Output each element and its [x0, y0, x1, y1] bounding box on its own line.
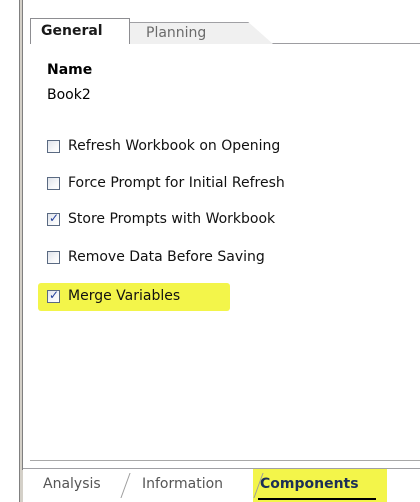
force-prompt-checkbox[interactable]: [47, 176, 60, 190]
tab-components[interactable]: Components: [260, 476, 359, 492]
tab-analysis[interactable]: Analysis: [43, 476, 101, 492]
panel-bottom-border: [30, 460, 420, 461]
tab-planning[interactable]: Planning: [118, 22, 273, 44]
store-prompts-option[interactable]: ✓ Store Prompts with Workbook: [47, 208, 275, 230]
name-heading: Name: [47, 62, 93, 78]
force-prompt-label: Force Prompt for Initial Refresh: [68, 175, 285, 191]
top-tab-strip: General Planning: [30, 16, 420, 46]
store-prompts-checkbox[interactable]: ✓: [47, 210, 60, 226]
window-left-border: [19, 0, 23, 470]
remove-data-checkbox[interactable]: [47, 250, 60, 264]
store-prompts-label: Store Prompts with Workbook: [68, 211, 276, 227]
tab-general[interactable]: General: [30, 18, 130, 44]
check-icon: ✓: [49, 287, 60, 302]
refresh-workbook-checkbox[interactable]: [47, 139, 60, 153]
refresh-workbook-option[interactable]: Refresh Workbook on Opening: [47, 135, 280, 157]
merge-variables-checkbox[interactable]: ✓: [47, 287, 60, 303]
remove-data-option[interactable]: Remove Data Before Saving: [47, 246, 265, 268]
refresh-workbook-label: Refresh Workbook on Opening: [68, 138, 281, 154]
tab-information[interactable]: Information: [142, 476, 223, 492]
check-icon: ✓: [49, 210, 60, 225]
merge-variables-label: Merge Variables: [68, 288, 181, 304]
workbook-name-value: Book2: [47, 87, 91, 103]
merge-variables-option[interactable]: ✓ Merge Variables: [47, 285, 180, 307]
active-tab-underline: [258, 498, 376, 500]
remove-data-label: Remove Data Before Saving: [68, 249, 265, 265]
force-prompt-option[interactable]: Force Prompt for Initial Refresh: [47, 172, 285, 194]
